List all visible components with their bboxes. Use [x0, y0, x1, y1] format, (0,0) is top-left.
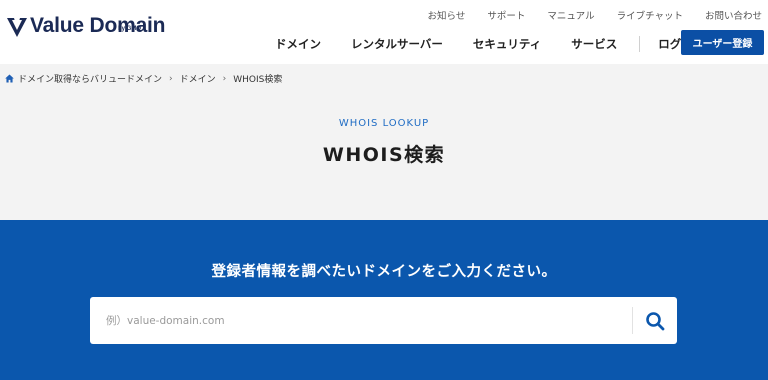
breadcrumb-domain[interactable]: ドメイン — [180, 72, 216, 85]
logo-text: Value Domain — [30, 14, 166, 37]
breadcrumb-current: WHOIS検索 — [233, 75, 283, 85]
chevron-right-icon: › — [169, 73, 173, 84]
nav-security[interactable]: セキュリティ — [473, 36, 541, 52]
chevron-right-icon: › — [222, 73, 227, 84]
logo-subtext: by GMO — [118, 26, 142, 32]
site-header: Value Domain by GMO お知らせ サポート マニュアル ライブチ… — [0, 0, 768, 64]
page-title: WHOIS検索 — [322, 144, 446, 166]
breadcrumb-home[interactable]: ドメイン取得ならバリュードメイン — [18, 72, 162, 85]
nav-rental-server[interactable]: レンタルサーバー — [351, 36, 443, 52]
search-icon — [646, 311, 665, 330]
search-prompt: 登録者情報を調べたいドメインをご入力ください。 — [211, 264, 557, 280]
utility-nav: お知らせ サポート マニュアル ライブチャット お問い合わせ — [406, 8, 762, 22]
home-icon[interactable] — [5, 74, 14, 83]
breadcrumb: ドメイン取得ならバリュードメイン › ドメイン › WHOIS検索 — [5, 72, 282, 85]
hero-eyebrow: WHOIS LOOKUP — [338, 118, 430, 129]
register-button[interactable]: ユーザー登録 — [681, 30, 764, 55]
nav-divider — [639, 36, 641, 52]
value-domain-logo-mark-icon — [7, 18, 27, 37]
search-button[interactable] — [633, 297, 677, 344]
search-section: 登録者情報を調べたいドメインをご入力ください。 — [0, 220, 768, 380]
page-hero: ドメイン取得ならバリュードメイン › ドメイン › WHOIS検索 WHOIS … — [0, 64, 768, 220]
site-logo[interactable]: Value Domain — [6, 14, 166, 38]
util-nav-support[interactable]: サポート — [487, 8, 525, 22]
domain-search-input[interactable] — [90, 297, 630, 344]
main-nav: ドメイン レンタルサーバー セキュリティ サービス ログイン — [275, 36, 704, 52]
util-nav-livechat[interactable]: ライブチャット — [617, 8, 683, 22]
nav-domain[interactable]: ドメイン — [275, 36, 321, 52]
search-box — [90, 297, 677, 344]
util-nav-news[interactable]: お知らせ — [428, 8, 466, 22]
util-nav-manual[interactable]: マニュアル — [547, 8, 594, 22]
util-nav-contact[interactable]: お問い合わせ — [705, 8, 762, 22]
nav-services[interactable]: サービス — [571, 36, 617, 52]
